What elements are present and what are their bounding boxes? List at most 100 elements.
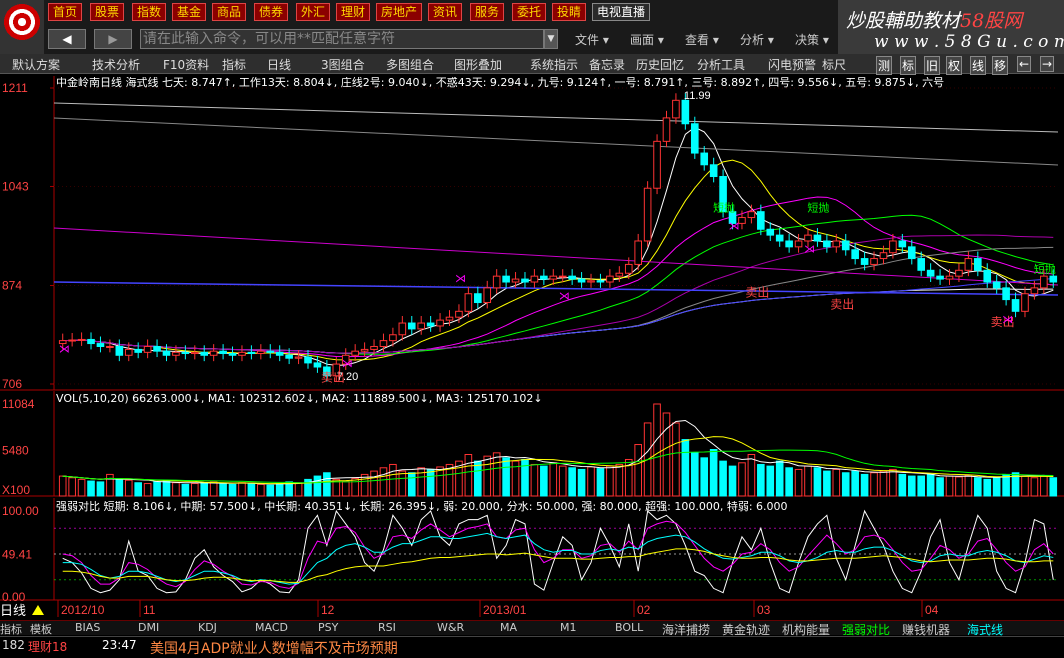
candle-body <box>247 351 256 355</box>
volume-bar <box>521 458 529 497</box>
volume-bar <box>87 480 95 497</box>
volume-bar <box>992 477 1001 497</box>
tab-11[interactable]: BOLL <box>615 621 643 634</box>
candle-body <box>870 258 878 265</box>
date-label: 02 <box>637 603 651 617</box>
candle-body <box>492 275 501 289</box>
candle-body <box>257 350 265 355</box>
volume-bar <box>738 462 746 497</box>
tab-10[interactable]: M1 <box>560 621 577 634</box>
candle-body <box>304 356 312 364</box>
indicator-tick-label: 100.00 <box>2 504 39 518</box>
status-market: 理财18 <box>28 640 68 654</box>
volume-bar <box>379 467 388 497</box>
volume-bar <box>275 483 284 497</box>
tab-8[interactable]: W&R <box>437 621 464 634</box>
volume-bar <box>266 484 275 497</box>
candle-body <box>672 99 680 119</box>
volume-bar <box>879 470 888 497</box>
candle-body <box>511 278 520 283</box>
volume-bar <box>323 472 331 497</box>
volume-bar <box>247 483 256 497</box>
tab-7[interactable]: RSI <box>378 621 396 634</box>
candle-body <box>1030 287 1039 295</box>
tab-2[interactable]: BIAS <box>75 621 100 634</box>
candle-body <box>464 293 473 312</box>
volume-bar <box>540 465 548 497</box>
candle-body <box>313 362 322 368</box>
volume-bar <box>596 468 605 497</box>
candle-body <box>558 275 567 278</box>
tab-3[interactable]: DMI <box>138 621 159 634</box>
candle-body <box>823 240 831 248</box>
candle-body <box>143 345 152 353</box>
tab-0[interactable]: 指标 <box>0 621 22 637</box>
date-label: 2013/01 <box>483 603 527 617</box>
x-mark: ⋊ <box>1002 313 1013 326</box>
volume-bar <box>106 473 114 497</box>
tab-4[interactable]: KDJ <box>198 621 217 634</box>
volume-bar <box>577 468 586 497</box>
candle-body <box>1002 287 1010 301</box>
ma-line <box>62 159 1054 361</box>
tab-5[interactable]: MACD <box>255 621 288 634</box>
candle-body <box>190 351 199 355</box>
volume-bar <box>77 478 86 497</box>
volume-bar <box>794 468 803 497</box>
candle-body <box>68 339 76 342</box>
high-price-label: 11.99 <box>684 90 711 102</box>
indicator-tick-label: 0.00 <box>2 590 26 604</box>
volume-bar <box>615 463 624 497</box>
news-ticker[interactable]: 美国4月ADP就业人数增幅不及市场预期 <box>150 638 398 658</box>
candle-body <box>662 117 671 142</box>
candle-body <box>436 319 444 327</box>
volume-bar <box>502 457 510 497</box>
volume-bar <box>426 468 435 497</box>
trend-line <box>53 117 1059 166</box>
candle-body <box>238 351 246 356</box>
candle-body <box>445 316 454 321</box>
volume-bar <box>672 422 680 497</box>
candle-body <box>426 322 435 327</box>
volume-tick-label: X100 <box>2 483 30 497</box>
candle-body <box>275 351 284 356</box>
volume-bar <box>936 477 944 497</box>
candle-body <box>360 348 369 352</box>
volume-bar <box>785 467 793 497</box>
volume-bar <box>294 482 303 497</box>
price-tick-label: 1211 <box>2 81 28 95</box>
volume-bar <box>407 472 416 497</box>
candle-body <box>521 278 529 283</box>
candle-body <box>219 350 227 355</box>
volume-bar <box>964 474 973 497</box>
tab-9[interactable]: MA <box>500 621 517 634</box>
candle-body <box>879 252 888 260</box>
candle-body <box>681 99 690 125</box>
volume-bar <box>313 475 322 497</box>
candle-body <box>841 240 850 251</box>
candle-body <box>87 338 95 345</box>
volume-bar <box>483 455 492 497</box>
candle-body <box>577 278 586 283</box>
tab-1[interactable]: 模板 <box>30 621 52 637</box>
volume-bar <box>870 472 878 497</box>
volume-bar <box>172 482 180 497</box>
candle-body <box>936 275 944 280</box>
price-tick-label: 874 <box>2 279 22 293</box>
volume-bar <box>587 466 595 497</box>
volume-bar <box>181 483 190 497</box>
candle-body <box>624 263 633 274</box>
stock-chart[interactable]: 1211104387470611.997.20卖出卖出卖出卖出短抛 短抛短抛⋊⋊⋊… <box>0 0 1064 620</box>
volume-bar <box>492 452 501 497</box>
x-mark: ⋊ <box>559 290 570 303</box>
candle-body <box>1011 299 1020 312</box>
candle-body <box>106 345 114 348</box>
volume-bar <box>162 480 171 497</box>
x-mark: ⋊ <box>729 219 740 232</box>
candle-body <box>530 275 539 283</box>
tab-6[interactable]: PSY <box>318 621 338 634</box>
candle-body <box>832 240 841 248</box>
candle-body <box>757 211 765 230</box>
candle-body <box>228 353 237 356</box>
volume-bar <box>464 453 473 497</box>
